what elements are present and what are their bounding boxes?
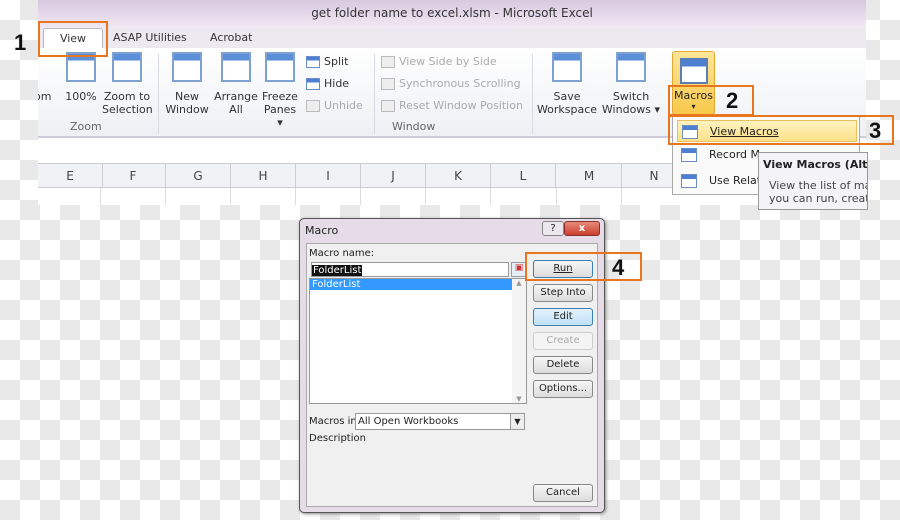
gridline (100, 188, 101, 205)
step-into-button[interactable]: Step Into (533, 284, 593, 302)
macro-name-input[interactable]: FolderList (311, 262, 509, 277)
column-header[interactable]: K (426, 164, 491, 188)
reset-position-icon (381, 100, 395, 112)
column-header[interactable]: F (101, 164, 166, 188)
list-item[interactable]: FolderList (310, 279, 513, 290)
help-button[interactable]: ? (542, 221, 564, 236)
tab-asap-utilities[interactable]: ASAP Utilities (113, 28, 187, 48)
macro-name-label: Macro name: (309, 248, 375, 259)
split-icon (306, 56, 320, 68)
macros-in-label: Macros in: (309, 416, 361, 427)
gridline (165, 188, 166, 205)
column-header[interactable]: G (166, 164, 231, 188)
callout-number-4: 4 (612, 255, 625, 280)
dialog-body: Macro name: FolderList ▣ FolderList ▲ ▼ R… (306, 243, 598, 507)
switch-windows-icon (616, 52, 646, 82)
delete-button[interactable]: Delete (533, 356, 593, 374)
gridline (556, 188, 557, 205)
gridline (490, 188, 491, 205)
callout-number-3: 3 (869, 118, 882, 143)
gridline (621, 188, 622, 205)
gridline (230, 188, 231, 205)
switch-windows-button[interactable]: Switch Windows ▾ (600, 52, 662, 116)
save-workspace-button[interactable]: Save Workspace (536, 52, 598, 116)
synchronous-scrolling-button[interactable]: Synchronous Scrolling (381, 75, 521, 93)
edit-button[interactable]: Edit (533, 308, 593, 326)
divider (374, 54, 375, 134)
freeze-panes-icon (265, 52, 295, 82)
options-button[interactable]: Options... (533, 380, 593, 398)
column-header[interactable]: J (361, 164, 426, 188)
tooltip: View Macros (Alt+F8) View the list of ma… (758, 152, 868, 210)
macros-in-select[interactable]: All Open Workbooks ▼ (355, 413, 525, 430)
unhide-icon (306, 100, 320, 112)
callout-box-2 (668, 85, 754, 116)
gridline (360, 188, 361, 205)
title-bar: get folder name to excel.xlsm - Microsof… (38, 0, 866, 26)
view-side-by-side-button[interactable]: View Side by Side (381, 53, 497, 71)
column-header[interactable]: E (38, 164, 103, 188)
hide-icon (306, 78, 320, 90)
ribbon-tabs: View ASAP Utilities Acrobat (38, 26, 866, 48)
description-label: Description (309, 433, 366, 444)
column-header[interactable]: M (557, 164, 622, 188)
create-button[interactable]: Create (533, 332, 593, 350)
zoom-group-label: Zoom (70, 120, 102, 133)
column-header[interactable]: H (231, 164, 296, 188)
callout-box-3 (668, 115, 894, 145)
arrange-all-button[interactable]: Arrange All (214, 52, 258, 116)
zoom-button-partial[interactable]: om (38, 90, 51, 103)
dialog-title: Macro (305, 224, 339, 237)
divider (532, 54, 533, 134)
new-window-button[interactable]: New Window (164, 52, 210, 116)
window-group-label: Window (392, 120, 436, 133)
zoom-100-button[interactable]: 100% (64, 52, 98, 103)
side-by-side-icon (381, 56, 395, 68)
gridline (295, 188, 296, 205)
record-macro-icon (681, 148, 697, 162)
split-button[interactable]: Split (306, 53, 348, 71)
reset-window-position-button[interactable]: Reset Window Position (381, 97, 523, 115)
chevron-down-icon[interactable]: ▼ (510, 414, 524, 429)
tab-acrobat[interactable]: Acrobat (210, 28, 252, 48)
cancel-button[interactable]: Cancel (533, 484, 593, 502)
callout-box-1 (38, 21, 108, 57)
callout-box-4 (525, 252, 642, 281)
zoom-to-selection-button[interactable]: Zoom to Selection (102, 52, 153, 116)
unhide-button[interactable]: Unhide (306, 97, 363, 115)
save-workspace-icon (552, 52, 582, 82)
callout-number-2: 2 (726, 88, 739, 113)
sync-scroll-icon (381, 78, 395, 90)
freeze-panes-button[interactable]: Freeze Panes ▾ (260, 52, 300, 129)
macros-icon (679, 58, 708, 84)
gridline (425, 188, 426, 205)
new-window-icon (172, 52, 202, 82)
column-header[interactable]: L (491, 164, 556, 188)
macro-list: FolderList ▲ ▼ (309, 278, 527, 404)
list-scrollbar[interactable]: ▲ ▼ (512, 279, 526, 403)
relative-references-icon (681, 174, 697, 188)
divider (158, 54, 159, 134)
close-button[interactable]: x (564, 221, 600, 236)
arrange-icon (221, 52, 251, 82)
callout-number-1: 1 (14, 30, 27, 55)
hide-button[interactable]: Hide (306, 75, 349, 93)
magnifier-icon (112, 52, 142, 82)
column-header[interactable]: I (296, 164, 361, 188)
